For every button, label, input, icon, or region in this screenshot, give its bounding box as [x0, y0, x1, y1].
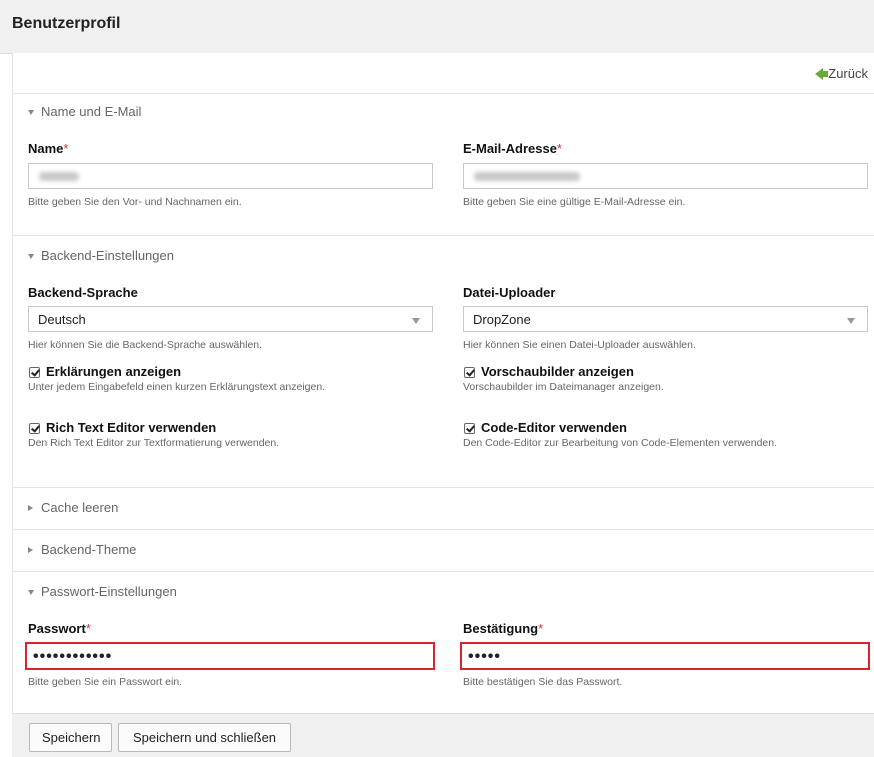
file-uploader-label: Datei-Uploader — [463, 285, 556, 300]
section-legend: Backend-Theme — [41, 542, 137, 557]
expanded-triangle-icon — [28, 254, 34, 259]
code-editor-label[interactable]: Code-Editor verwenden — [481, 420, 627, 435]
select-value: DropZone — [473, 312, 531, 327]
code-editor-hint: Den Code-Editor zur Bearbeitung von Code… — [463, 437, 778, 449]
expanded-triangle-icon — [28, 110, 34, 115]
back-label: Zurück — [828, 66, 868, 81]
section-legend: Cache leeren — [41, 500, 119, 515]
rte-label[interactable]: Rich Text Editor verwenden — [46, 420, 216, 435]
explanations-label[interactable]: Erklärungen anzeigen — [46, 364, 181, 379]
thumbnails-hint: Vorschaubilder im Dateimanager anzeigen. — [463, 381, 664, 393]
code-editor-checkbox[interactable] — [464, 423, 475, 434]
select-value: Deutsch — [38, 312, 86, 327]
required-marker: * — [538, 621, 544, 636]
thumbnails-label[interactable]: Vorschaubilder anzeigen — [481, 364, 634, 379]
email-hint: Bitte geben Sie eine gültige E-Mail-Adre… — [463, 196, 686, 208]
chevron-down-icon — [847, 318, 855, 324]
section-divider — [12, 487, 874, 488]
explanations-hint: Unter jedem Eingabefeld einen kurzen Erk… — [28, 381, 326, 393]
rte-checkbox[interactable] — [29, 423, 40, 434]
back-arrow-icon — [814, 68, 828, 80]
back-link[interactable]: Zurück — [814, 66, 868, 81]
toolbar: Zurück — [12, 53, 874, 94]
section-legend: Passwort-Einstellungen — [41, 584, 177, 599]
name-label: Name* — [28, 141, 69, 156]
section-toggle-backend[interactable]: Backend-Einstellungen — [28, 248, 174, 263]
password-field[interactable]: •••••••••••• — [25, 642, 435, 670]
password-label: Passwort* — [28, 621, 91, 636]
obscured-text — [39, 172, 79, 181]
thumbnails-checkbox[interactable] — [464, 367, 475, 378]
name-hint: Bitte geben Sie den Vor- und Nachnamen e… — [28, 196, 242, 208]
section-toggle-password[interactable]: Passwort-Einstellungen — [28, 584, 177, 599]
password-confirm-field[interactable]: ••••• — [460, 642, 870, 670]
section-divider — [12, 529, 874, 530]
required-marker: * — [556, 141, 562, 156]
password-hint: Bitte geben Sie ein Passwort ein. — [28, 676, 183, 688]
collapsed-triangle-icon — [28, 547, 33, 553]
password-confirm-value: ••••• — [468, 648, 502, 665]
obscured-text — [474, 172, 580, 181]
explanations-checkbox[interactable] — [29, 367, 40, 378]
section-divider — [12, 235, 874, 236]
page-title: Benutzerprofil — [12, 15, 121, 32]
name-field[interactable] — [28, 163, 433, 189]
section-legend: Name und E-Mail — [41, 104, 142, 119]
required-marker: * — [63, 141, 69, 156]
file-uploader-select[interactable]: DropZone — [463, 306, 868, 332]
save-and-close-button[interactable]: Speichern und schließen — [118, 723, 291, 752]
user-profile-page: Benutzerprofil Zurück Name und E-Mail Na… — [0, 0, 874, 757]
password-confirm-label: Bestätigung* — [463, 621, 544, 636]
backend-language-hint: Hier können Sie die Backend-Sprache ausw… — [28, 339, 263, 351]
required-marker: * — [85, 621, 91, 636]
password-value: •••••••••••• — [33, 648, 113, 665]
password-confirm-hint: Bitte bestätigen Sie das Passwort. — [463, 676, 623, 688]
section-toggle-theme[interactable]: Backend-Theme — [28, 542, 136, 557]
section-legend: Backend-Einstellungen — [41, 248, 174, 263]
rte-hint: Den Rich Text Editor zur Textformatierun… — [28, 437, 280, 449]
chevron-down-icon — [412, 318, 420, 324]
email-field[interactable] — [463, 163, 868, 189]
email-label: E-Mail-Adresse* — [463, 141, 562, 156]
collapsed-triangle-icon — [28, 505, 33, 511]
section-toggle-cache[interactable]: Cache leeren — [28, 500, 118, 515]
file-uploader-hint: Hier können Sie einen Datei-Uploader aus… — [463, 339, 696, 351]
page-header: Benutzerprofil — [0, 0, 874, 54]
section-toggle-name-email[interactable]: Name und E-Mail — [28, 104, 141, 119]
section-divider — [12, 571, 874, 572]
expanded-triangle-icon — [28, 590, 34, 595]
backend-language-label: Backend-Sprache — [28, 285, 138, 300]
save-button[interactable]: Speichern — [29, 723, 112, 752]
backend-language-select[interactable]: Deutsch — [28, 306, 433, 332]
